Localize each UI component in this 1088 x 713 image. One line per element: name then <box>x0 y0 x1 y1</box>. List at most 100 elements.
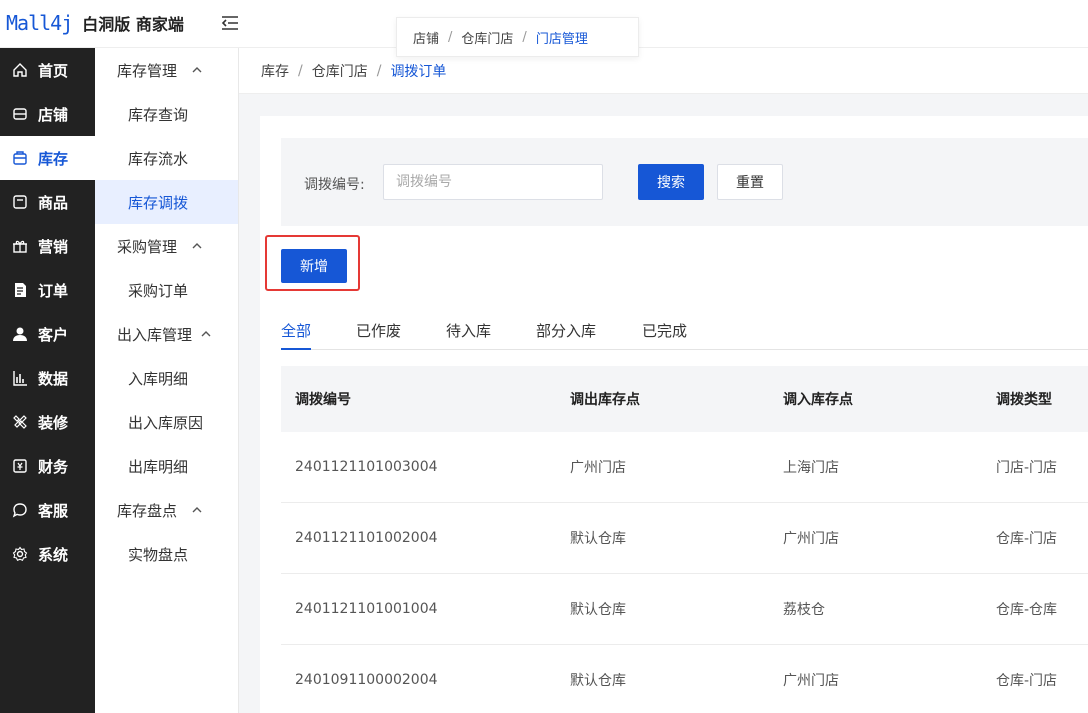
cell-transfer-number: 2401091100002004 <box>295 672 438 688</box>
status-tabs: 全部 已作废 待入库 部分入库 已完成 <box>281 316 1088 350</box>
menu-item-stock-query[interactable]: 库存查询 <box>95 92 238 136</box>
menu-group-label: 库存盘点 <box>117 501 178 520</box>
search-button[interactable]: 搜索 <box>638 164 704 200</box>
nav-marketing[interactable]: 营销 <box>0 224 95 268</box>
brand-logo: Mall4j <box>6 11 73 35</box>
tab-all[interactable]: 全部 <box>281 320 312 350</box>
table-header: 调拨编号 调出库存点 调入库存点 调拨类型 <box>281 366 1088 432</box>
search-form: 调拨编号: 搜索 重置 <box>281 138 1088 226</box>
breadcrumb: 库存 / 仓库门店 / 调拨订单 <box>239 49 1088 94</box>
cell-transfer-number: 2401121101003004 <box>295 459 438 475</box>
menu-group-inventory-management[interactable]: 库存管理 <box>95 48 238 92</box>
nav-label: 系统 <box>38 545 69 564</box>
nav-label: 数据 <box>38 369 69 388</box>
cell-transfer-type: 门店-门店 <box>996 460 1058 476</box>
cell-source-point: 默认仓库 <box>570 531 626 547</box>
nav-inventory[interactable]: 库存 <box>0 136 95 180</box>
menu-group-stocktaking[interactable]: 库存盘点 <box>95 488 238 532</box>
nav-label: 库存 <box>38 149 69 168</box>
cell-transfer-type: 仓库-仓库 <box>996 602 1058 618</box>
nav-finance[interactable]: 财务 <box>0 444 95 488</box>
cell-source-point: 广州门店 <box>570 460 626 476</box>
gift-icon <box>12 238 28 254</box>
table-row[interactable]: 2401121101002004 默认仓库 广州门店 仓库-门店 <box>281 503 1088 574</box>
tab-breadcrumb-popup: 店铺 / 仓库门店 / 门店管理 <box>396 17 639 57</box>
main-content: 调拨编号: 搜索 重置 新增 全部 已作废 待入库 部分入库 已完成 调拨编号 … <box>239 94 1088 713</box>
chevron-up-icon <box>192 243 202 249</box>
nav-shop[interactable]: 店铺 <box>0 92 95 136</box>
breadcrumb-inventory[interactable]: 库存 <box>261 61 289 81</box>
tab-voided[interactable]: 已作废 <box>356 320 401 350</box>
product-icon <box>12 194 28 210</box>
nav-label: 营销 <box>38 237 69 256</box>
nav-label: 装修 <box>38 413 69 432</box>
settings-icon <box>12 546 28 562</box>
cell-transfer-number: 2401121101001004 <box>295 601 438 617</box>
nav-label: 客户 <box>38 325 69 344</box>
table-row[interactable]: 2401121101001004 默认仓库 荔枝仓 仓库-仓库 <box>281 574 1088 645</box>
cell-target-point: 上海门店 <box>783 460 839 476</box>
logo: Mall4j 白洞版 商家端 <box>6 10 184 36</box>
menu-group-label: 采购管理 <box>117 237 178 256</box>
nav-customers[interactable]: 客户 <box>0 312 95 356</box>
nav-label: 首页 <box>38 61 69 80</box>
menu-group-purchase-management[interactable]: 采购管理 <box>95 224 238 268</box>
menu-item-physical-count[interactable]: 实物盘点 <box>95 532 238 576</box>
menu-item-in-out-reason[interactable]: 出入库原因 <box>95 400 238 444</box>
menu-item-inbound-detail[interactable]: 入库明细 <box>95 356 238 400</box>
col-source-point: 调出库存点 <box>570 392 640 408</box>
nav-data[interactable]: 数据 <box>0 356 95 400</box>
menu-item-purchase-order[interactable]: 采购订单 <box>95 268 238 312</box>
nav-service[interactable]: 客服 <box>0 488 95 532</box>
app-edition: 白洞版 商家端 <box>82 15 184 34</box>
cell-target-point: 荔枝仓 <box>783 602 825 618</box>
decorate-icon <box>12 414 28 430</box>
order-icon <box>12 282 28 298</box>
nav-label: 商品 <box>38 193 69 212</box>
user-icon <box>12 326 28 342</box>
menu-group-label: 出入库管理 <box>117 325 193 344</box>
nav-system[interactable]: 系统 <box>0 532 95 576</box>
transfer-number-input[interactable] <box>383 164 603 200</box>
menu-item-stock-transfer[interactable]: 库存调拨 <box>95 180 238 224</box>
shop-icon <box>12 106 28 122</box>
tab-pending-inbound[interactable]: 待入库 <box>446 320 491 350</box>
cell-source-point: 默认仓库 <box>570 602 626 618</box>
tab-completed[interactable]: 已完成 <box>642 320 687 350</box>
col-transfer-type: 调拨类型 <box>996 392 1052 408</box>
breadcrumb-warehouse[interactable]: 仓库门店 <box>312 61 368 81</box>
cell-target-point: 广州门店 <box>783 531 839 547</box>
breadcrumb-current: 调拨订单 <box>390 64 447 80</box>
nav-orders[interactable]: 订单 <box>0 268 95 312</box>
cell-transfer-type: 仓库-门店 <box>996 531 1058 547</box>
chart-icon <box>12 370 28 386</box>
menu-item-outbound-detail[interactable]: 出库明细 <box>95 444 238 488</box>
tab-partial-inbound[interactable]: 部分入库 <box>536 320 596 350</box>
chevron-up-icon <box>192 67 202 73</box>
nav-home[interactable]: 首页 <box>0 48 95 92</box>
table-row[interactable]: 2401121101003004 广州门店 上海门店 门店-门店 <box>281 432 1088 503</box>
menu-group-in-out-management[interactable]: 出入库管理 <box>95 312 238 356</box>
col-target-point: 调入库存点 <box>783 392 853 408</box>
menu-item-stock-flow[interactable]: 库存流水 <box>95 136 238 180</box>
nav-label: 订单 <box>38 281 69 300</box>
collapse-menu-icon[interactable] <box>220 13 240 33</box>
menu-group-label: 库存管理 <box>117 61 178 80</box>
nav-product[interactable]: 商品 <box>0 180 95 224</box>
inventory-icon <box>12 150 28 166</box>
finance-icon <box>12 458 28 474</box>
cell-target-point: 广州门店 <box>783 673 839 689</box>
nav-label: 店铺 <box>38 105 69 124</box>
cell-transfer-type: 仓库-门店 <box>996 673 1058 689</box>
home-icon <box>12 62 28 78</box>
add-button[interactable]: 新增 <box>281 249 347 283</box>
cell-transfer-number: 2401121101002004 <box>295 530 438 546</box>
nav-decorate[interactable]: 装修 <box>0 400 95 444</box>
table-row[interactable]: 2401091100002004 默认仓库 广州门店 仓库-门店 <box>281 645 1088 713</box>
reset-button[interactable]: 重置 <box>717 164 783 200</box>
secondary-sidebar: 库存管理 库存查询 库存流水 库存调拨 采购管理 采购订单 出入库管理 入库明细… <box>95 48 239 713</box>
popup-crumb-shop[interactable]: 店铺 <box>413 28 439 47</box>
nav-label: 财务 <box>38 457 69 476</box>
popup-crumb-store-management[interactable]: 门店管理 <box>536 28 588 47</box>
popup-crumb-warehouse[interactable]: 仓库门店 <box>461 28 513 47</box>
